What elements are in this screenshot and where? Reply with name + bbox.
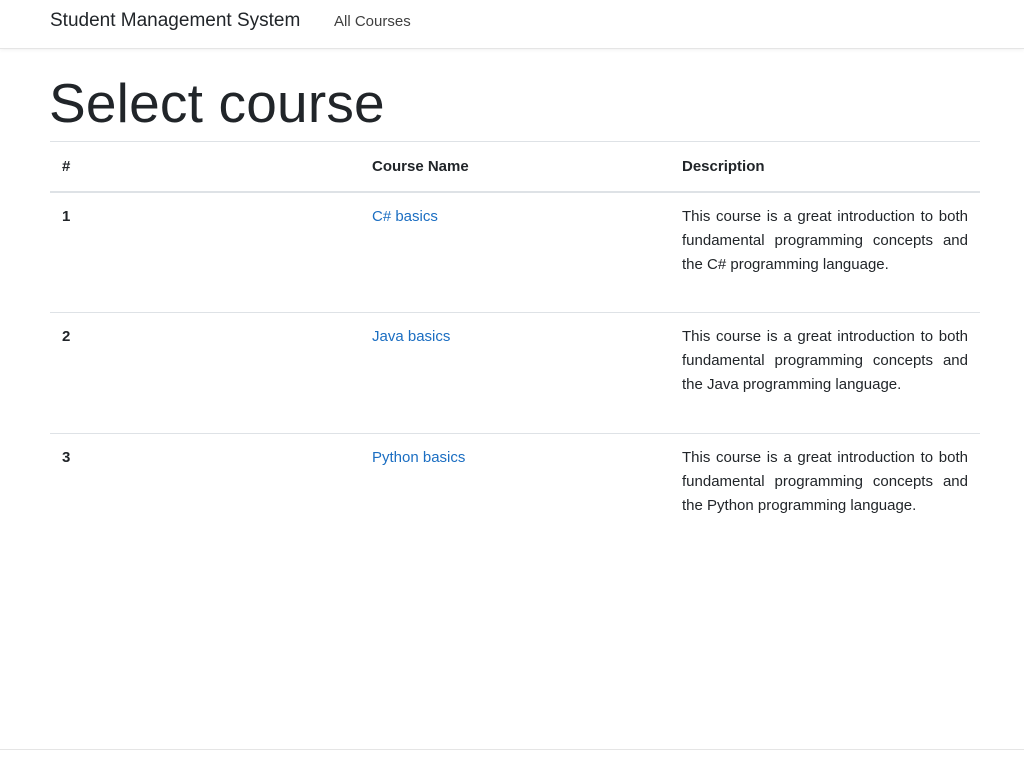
course-description-cell: This course is a great introduction to b…: [670, 434, 980, 555]
courses-table: # Course Name Description 1 C# basics Th…: [50, 141, 980, 555]
table-row: 1 C# basics This course is a great intro…: [50, 191, 980, 313]
course-name-cell: Java basics: [360, 312, 670, 434]
column-header-course-name: Course Name: [360, 141, 670, 193]
row-number: 3: [62, 449, 71, 466]
course-description: This course is a great introduction to b…: [682, 449, 968, 514]
nav-link-all-courses[interactable]: All Courses: [334, 13, 411, 30]
course-description: This course is a great introduction to b…: [682, 328, 968, 393]
navbar-brand[interactable]: Student Management System: [50, 10, 300, 32]
course-description-cell: This course is a great introduction to b…: [670, 312, 980, 434]
page-title: Select course: [49, 72, 385, 134]
course-description: This course is a great introduction to b…: [682, 207, 968, 273]
table-header: # Course Name Description: [50, 141, 980, 193]
table-header-row: # Course Name Description: [50, 141, 980, 193]
course-description-cell: This course is a great introduction to b…: [670, 191, 980, 313]
course-link[interactable]: C# basics: [372, 208, 438, 225]
row-number: 2: [50, 312, 360, 434]
footer-divider: [0, 749, 1024, 750]
column-header-description: Description: [670, 141, 980, 193]
table-body: 1 C# basics This course is a great intro…: [50, 191, 980, 555]
column-header-number: #: [50, 141, 360, 193]
course-name-cell: C# basics: [360, 191, 670, 313]
table-row: 3 Python basics This course is a great i…: [50, 434, 980, 555]
course-link[interactable]: Java basics: [372, 328, 450, 345]
table-row: 2 Java basics This course is a great int…: [50, 312, 980, 434]
course-name-cell: Python basics: [360, 434, 670, 555]
course-link[interactable]: Python basics: [372, 449, 465, 466]
row-number: 1: [50, 191, 360, 313]
top-navbar: Student Management System All Courses: [0, 0, 1024, 49]
